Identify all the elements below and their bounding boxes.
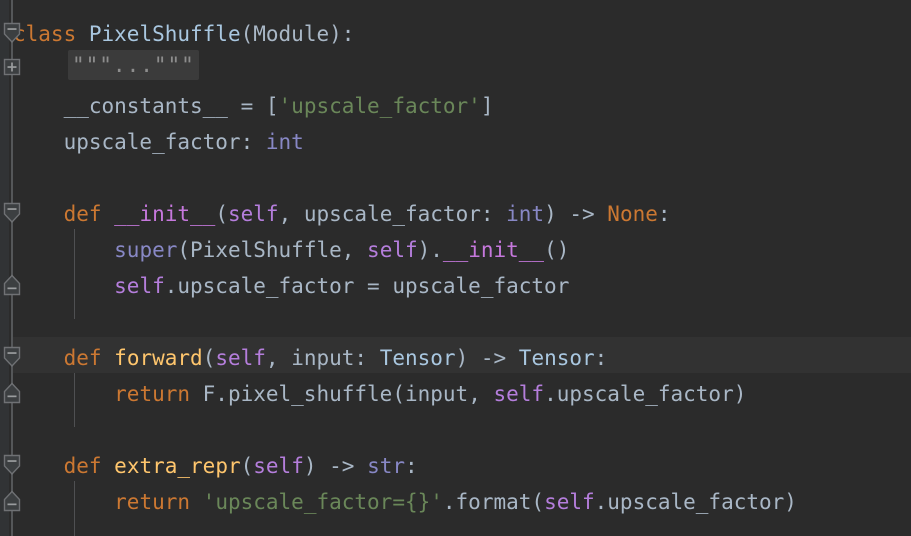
token-keyword: def [63, 202, 102, 226]
fold-collapse-forward-icon[interactable] [3, 346, 21, 368]
token-funcdef: forward [114, 346, 203, 370]
token-punct: : [657, 202, 671, 226]
token-punct: ( [240, 22, 254, 46]
code-line[interactable]: def __init__(self, upscale_factor: int) … [13, 196, 671, 232]
token-punct: ): [329, 22, 355, 46]
token-default [13, 274, 114, 298]
code-line[interactable]: upscale_factor: int [13, 124, 304, 160]
code-line[interactable]: return 'upscale_factor={}'.format(self.u… [13, 484, 797, 520]
token-base: Module [253, 22, 330, 46]
token-punct: ( [177, 238, 191, 262]
token-default: , input: [265, 346, 380, 370]
token-dunder: __init__ [114, 202, 216, 226]
token-string: 'upscale_factor' [278, 94, 481, 118]
token-punct: , [341, 238, 368, 262]
token-self: self [544, 490, 595, 514]
token-punct: ( [215, 202, 228, 226]
token-default: , upscale_factor: [278, 202, 507, 226]
token-punct: ). [417, 238, 443, 262]
token-self: self [215, 346, 266, 370]
collapsed-docstring-fold[interactable]: """...""" [68, 50, 199, 80]
fold-collapse-class-icon[interactable] [3, 22, 21, 44]
token-string: 'upscale_factor={}' [202, 490, 443, 514]
token-punct: ) -> [544, 202, 608, 226]
token-builtin: super [114, 238, 178, 262]
fold-end-forward-icon[interactable] [3, 382, 21, 404]
code-line[interactable]: return F.pixel_shuffle(input, self.upsca… [13, 376, 746, 412]
token-self: self [253, 454, 304, 478]
token-classname: Tensor [518, 346, 595, 370]
code-line[interactable]: super(PixelShuffle, self).__init__() [13, 232, 569, 268]
token-punct: ) [733, 382, 747, 406]
token-default: upscale_factor [392, 274, 570, 298]
token-default: .format [442, 490, 532, 514]
token-default [13, 382, 114, 406]
token-punct: = [240, 94, 266, 118]
code-line[interactable]: __constants__ = ['upscale_factor'] [13, 88, 494, 124]
token-default: .upscale_factor [544, 382, 734, 406]
code-line[interactable]: self.upscale_factor = upscale_factor [13, 268, 569, 304]
token-punct: : [405, 454, 418, 478]
token-punct: ( [392, 382, 405, 406]
token-default [76, 22, 89, 46]
fold-expand-docstring-icon[interactable] [3, 58, 21, 76]
token-keyword: return [114, 490, 191, 514]
token-classname: Tensor [379, 346, 456, 370]
token-keyword: def [63, 454, 102, 478]
token-punct: ( [240, 454, 254, 478]
token-default [190, 490, 203, 514]
token-punct: ( [531, 490, 545, 514]
token-self: self [493, 382, 545, 406]
token-punct: ) -> [303, 454, 368, 478]
token-punct: = [367, 274, 393, 298]
token-builtin: int [506, 202, 545, 226]
token-default: .upscale_factor [164, 274, 368, 298]
token-default: __constants__ [13, 94, 241, 118]
code-line[interactable]: def forward(self, input: Tensor) -> Tens… [13, 340, 608, 376]
token-default: input [404, 382, 469, 406]
token-builtin: int [265, 130, 304, 154]
code-line[interactable]: def extra_repr(self) -> str: [13, 448, 418, 484]
token-keyword: def [63, 346, 102, 370]
token-keyword: class [13, 22, 77, 46]
token-default: upscale_factor: [13, 130, 266, 154]
token-default [102, 202, 115, 226]
token-builtin: str [367, 454, 405, 478]
token-keyword: None [607, 202, 658, 226]
fold-collapse-init-icon[interactable] [3, 202, 21, 224]
fold-end-init-icon[interactable] [3, 274, 21, 296]
token-default [13, 238, 114, 262]
token-punct: , [468, 382, 494, 406]
code-line[interactable]: class PixelShuffle(Module): [13, 16, 354, 52]
token-default [13, 490, 114, 514]
token-punct: [ [265, 94, 279, 118]
token-punct: () [544, 238, 570, 262]
token-punct: ( [202, 346, 216, 370]
token-punct: ) -> [455, 346, 519, 370]
token-punct: ] [480, 94, 494, 118]
fold-collapse-extra-repr-icon[interactable] [3, 454, 21, 476]
token-funcdef: extra_repr [114, 454, 241, 478]
token-default: F.pixel_shuffle [190, 382, 393, 406]
code-editor[interactable]: class PixelShuffle(Module): """...""" __c… [0, 0, 911, 536]
token-dunder: __init__ [442, 238, 545, 262]
token-self: self [227, 202, 279, 226]
token-classname: PixelShuffle [88, 22, 241, 46]
code-text-area[interactable]: class PixelShuffle(Module): """...""" __c… [0, 0, 911, 536]
token-punct: : [594, 346, 608, 370]
token-default [102, 346, 115, 370]
token-default: .upscale_factor [594, 490, 785, 514]
token-keyword: return [114, 382, 191, 406]
fold-end-extra-repr-icon[interactable] [3, 490, 21, 512]
token-default: PixelShuffle [190, 238, 342, 262]
token-punct: ) [784, 490, 797, 514]
token-self: self [114, 274, 165, 298]
token-default [102, 454, 115, 478]
token-self: self [367, 238, 418, 262]
